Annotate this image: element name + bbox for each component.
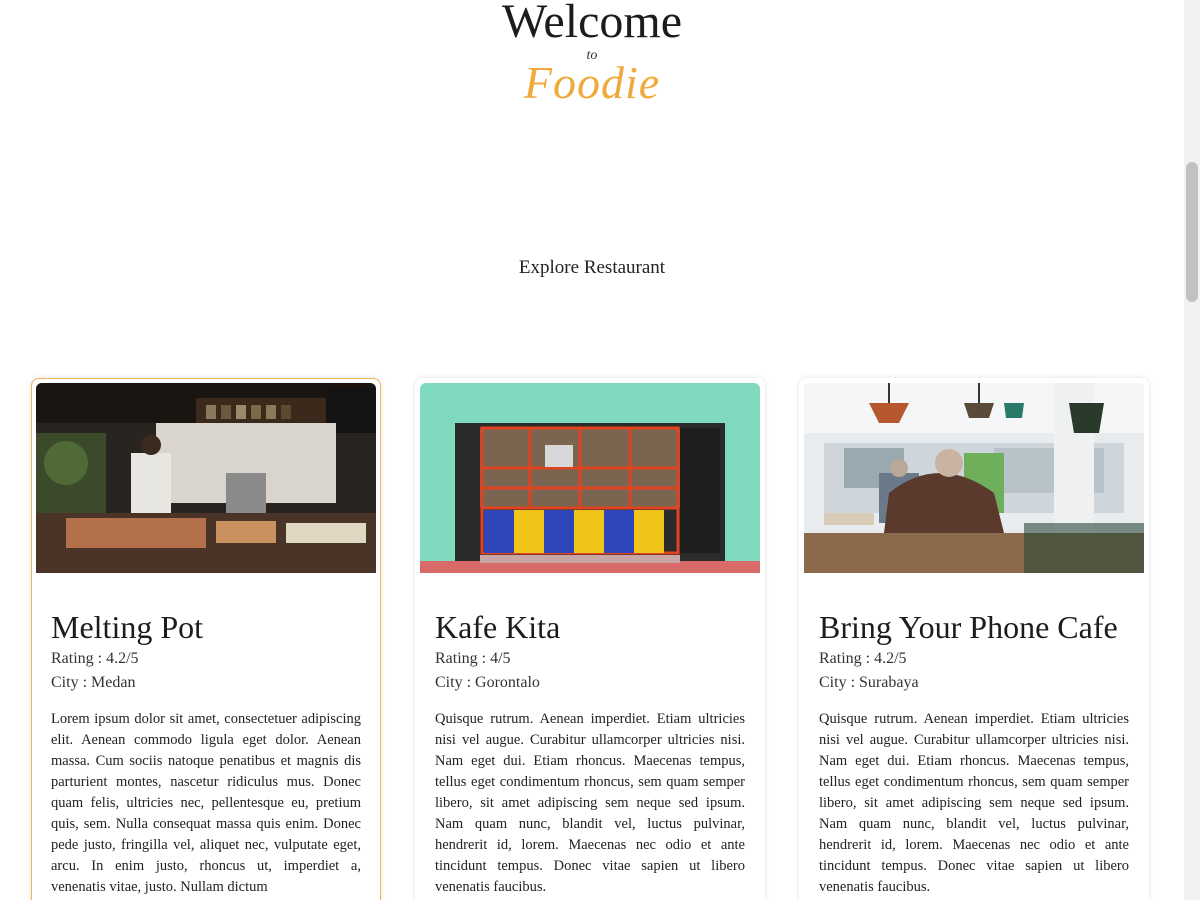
restaurant-card[interactable]: Melting Pot Rating : 4.2/5 City : Medan … [31, 378, 381, 900]
restaurant-name[interactable]: Melting Pot [51, 607, 361, 647]
cafe-interior-photo [804, 383, 1144, 573]
restaurant-rating: Rating : 4.2/5 [51, 650, 139, 667]
hero-brand: Foodie [523, 57, 661, 108]
hero-welcome: Welcome [501, 0, 683, 48]
colorful-storefront-photo [420, 383, 760, 573]
vertical-scrollbar[interactable] [1184, 0, 1200, 900]
card-body: Kafe Kita Rating : 4/5 City : Gorontalo … [420, 573, 760, 898]
restaurant-kitchen-photo [36, 383, 376, 573]
restaurant-description: Quisque rutrum. Aenean imperdiet. Etiam … [819, 711, 1129, 895]
section-title: Explore Restaurant [518, 257, 666, 278]
restaurant-city: City : Gorontalo [435, 674, 540, 691]
restaurant-description: Quisque rutrum. Aenean imperdiet. Etiam … [435, 711, 745, 895]
restaurant-rating: Rating : 4/5 [435, 650, 511, 667]
card-body: Bring Your Phone Cafe Rating : 4.2/5 Cit… [804, 573, 1144, 898]
restaurant-card[interactable]: Bring Your Phone Cafe Rating : 4.2/5 Cit… [799, 378, 1149, 900]
restaurant-name[interactable]: Bring Your Phone Cafe [819, 607, 1129, 647]
page: Welcome to Foodie Explore Restaurant Mel… [0, 0, 1184, 900]
restaurant-rating: Rating : 4.2/5 [819, 650, 907, 667]
restaurant-city: City : Surabaya [819, 674, 919, 691]
card-body: Melting Pot Rating : 4.2/5 City : Medan … [36, 573, 376, 898]
restaurant-description: Lorem ipsum dolor sit amet, consectetuer… [51, 711, 361, 895]
restaurant-name[interactable]: Kafe Kita [435, 607, 745, 647]
restaurant-city: City : Medan [51, 674, 136, 691]
scrollbar-thumb[interactable] [1186, 162, 1198, 302]
restaurant-card[interactable]: Kafe Kita Rating : 4/5 City : Gorontalo … [415, 378, 765, 900]
